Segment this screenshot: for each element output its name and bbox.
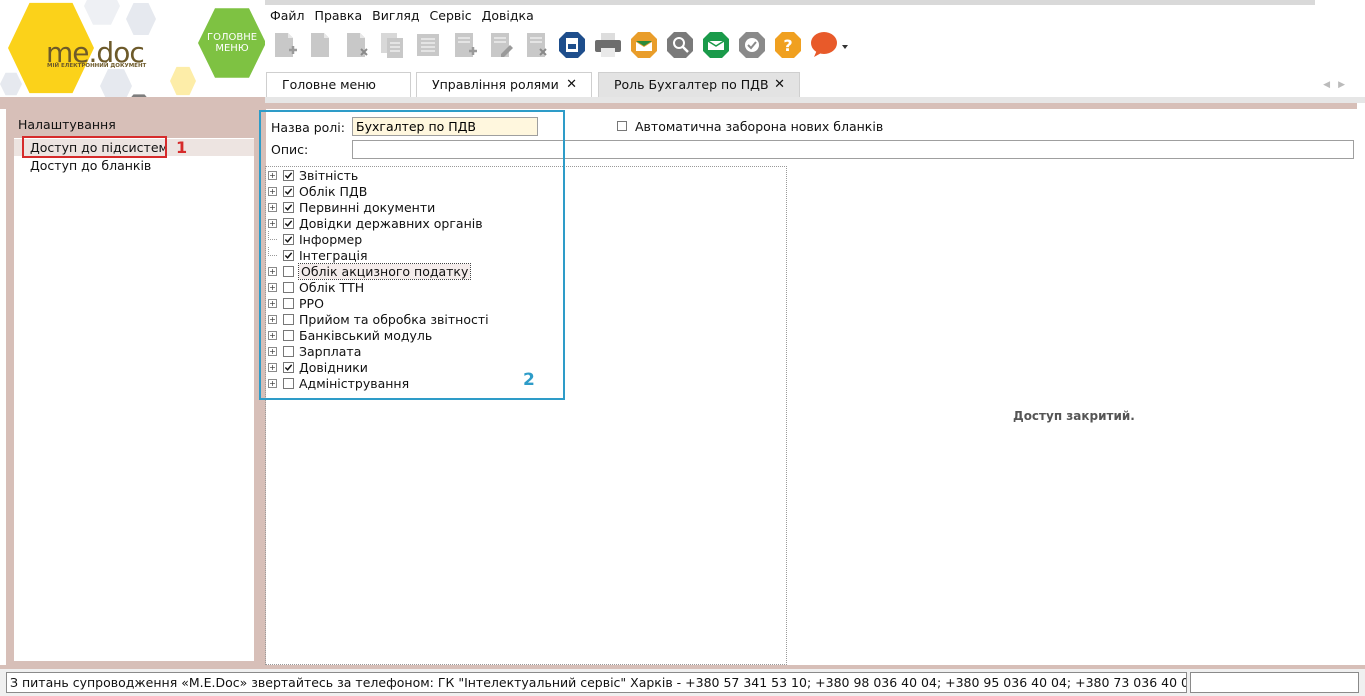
logo-hexagon-decor	[170, 66, 196, 96]
tab-label: Роль Бухгалтер по ПДВ	[614, 77, 769, 92]
search-button[interactable]	[664, 28, 696, 62]
tab-label: Управління ролями	[432, 77, 559, 92]
annotation-number-1: 1	[176, 138, 188, 157]
annotation-box-1	[22, 136, 167, 158]
open-document-button[interactable]	[304, 28, 336, 62]
chat-button[interactable]	[808, 28, 850, 62]
menu-file[interactable]: Файл	[265, 7, 310, 25]
help-button[interactable]: ?	[772, 28, 804, 62]
status-panel-right	[1190, 672, 1359, 693]
menu-help[interactable]: Довідка	[477, 7, 539, 25]
tab-role-accountant[interactable]: Роль Бухгалтер по ПДВ ✕	[598, 72, 800, 97]
auto-ban-checkbox[interactable]	[617, 121, 627, 131]
tab-main-menu[interactable]: Головне меню	[266, 72, 411, 97]
remove-document-button[interactable]	[520, 28, 552, 62]
frame-right-edge	[1357, 103, 1365, 665]
menu-edit[interactable]: Правка	[310, 7, 368, 25]
logo-subtitle: МІЙ ЕЛЕКТРОННИЙ ДОКУМЕНТ	[47, 63, 147, 69]
verify-icon	[737, 30, 767, 60]
menu-view[interactable]: Вигляд	[367, 7, 424, 25]
archive-button[interactable]	[556, 28, 588, 62]
add-document-icon	[269, 30, 299, 60]
tab-bar: Головне меню Управління ролями ✕ Роль Бу…	[265, 72, 1365, 97]
send-icon	[629, 30, 659, 60]
toolbar: ?	[268, 27, 850, 63]
tab-label: Головне меню	[282, 77, 376, 92]
left-item-form-access[interactable]: Доступ до бланків	[14, 157, 254, 174]
access-closed-text: Доступ закритий.	[1013, 409, 1135, 423]
print-icon	[593, 30, 623, 60]
delete-document-button[interactable]	[340, 28, 372, 62]
receive-button[interactable]	[700, 28, 732, 62]
frame-band-inner	[265, 97, 1365, 103]
auto-ban-label: Автоматична заборона нових бланків	[635, 119, 884, 134]
annotation-number-2: 2	[523, 370, 535, 390]
tab-scroll-arrows-icon[interactable]: ◀▶	[1323, 80, 1353, 90]
tab-role-management[interactable]: Управління ролями ✕	[416, 72, 592, 97]
document-list-icon	[413, 30, 443, 60]
left-panel	[14, 138, 254, 661]
copy-document-icon	[377, 30, 407, 60]
delete-document-icon	[341, 30, 371, 60]
verify-button[interactable]	[736, 28, 768, 62]
left-panel-title: Налаштування	[18, 117, 116, 132]
help-icon: ?	[773, 30, 803, 60]
logo-hexagon-decor	[126, 3, 156, 35]
main-menu-button[interactable]: ГОЛОВНЕ МЕНЮ	[198, 8, 265, 78]
chat-icon	[809, 30, 849, 60]
receive-icon	[701, 30, 731, 60]
search-icon	[665, 30, 695, 60]
new-document-button[interactable]	[448, 28, 480, 62]
edit-document-button[interactable]	[484, 28, 516, 62]
edit-document-icon	[485, 30, 515, 60]
status-text: З питань супроводження «M.E.Doc» звертай…	[6, 672, 1187, 693]
annotation-box-2	[259, 110, 565, 400]
logo-hexagon-decor	[0, 72, 22, 96]
new-document-icon	[449, 30, 479, 60]
send-button[interactable]	[628, 28, 660, 62]
menu-service[interactable]: Сервіс	[425, 7, 477, 25]
print-button[interactable]	[592, 28, 624, 62]
remove-document-icon	[521, 30, 551, 60]
tab-close-icon[interactable]: ✕	[774, 73, 785, 97]
logo-hexagon-decor	[84, 0, 120, 25]
open-document-icon	[305, 30, 335, 60]
archive-icon	[557, 30, 587, 60]
document-list-button[interactable]	[412, 28, 444, 62]
logo-area: me.doc МІЙ ЕЛЕКТРОННИЙ ДОКУМЕНТ ГОЛОВНЕ …	[0, 0, 265, 103]
add-document-button[interactable]	[268, 28, 300, 62]
tab-close-icon[interactable]: ✕	[566, 73, 577, 97]
status-bar: З питань супроводження «M.E.Doc» звертай…	[0, 669, 1365, 696]
title-strip	[265, 0, 1365, 5]
svg-text:?: ?	[783, 36, 792, 55]
menu-bar: Файл Правка Вигляд Сервіс Довідка	[265, 7, 539, 25]
copy-document-button[interactable]	[376, 28, 408, 62]
